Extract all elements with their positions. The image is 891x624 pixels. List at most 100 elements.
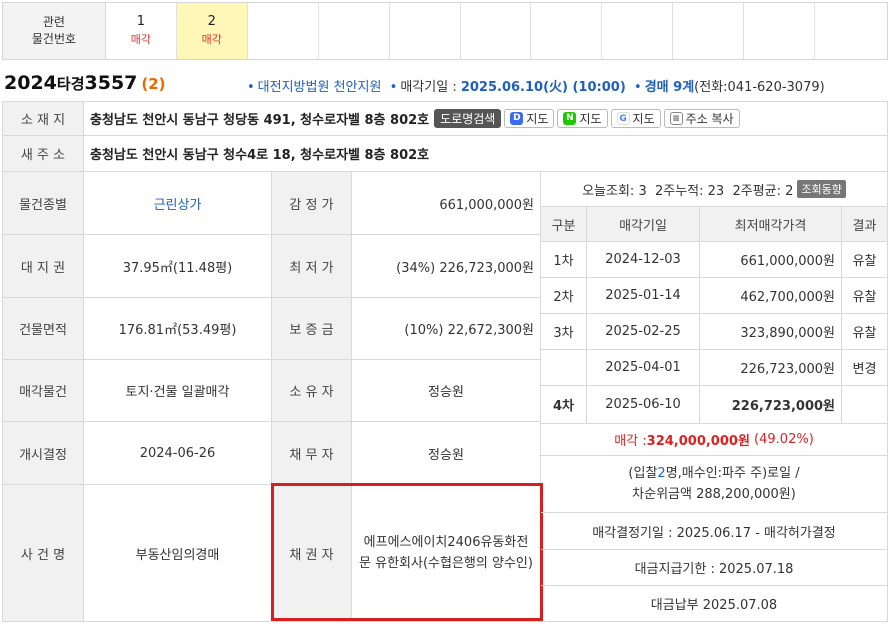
payment-complete: 대금납부 2025.07.08 xyxy=(650,598,778,613)
dept-phone: (전화:041-620-3079) xyxy=(694,80,825,95)
history-date: 2025-02-25 xyxy=(605,324,681,339)
appraisal-value: 661,000,000원 xyxy=(439,197,534,213)
court-name[interactable]: 대전지방법원 천안지원 xyxy=(258,80,382,95)
bid-info-line1: (입찰2명,매수인:파주 주)로일 / xyxy=(628,463,799,484)
case-kind: 타경 xyxy=(56,75,85,93)
history-header-result: 결과 xyxy=(842,207,887,241)
related-item-empty xyxy=(319,3,390,59)
bid-count[interactable]: 2 xyxy=(657,466,665,481)
related-item-2[interactable]: 2 매각 xyxy=(176,3,248,59)
history-date: 2025-01-14 xyxy=(605,288,681,303)
building-area-value: 176.81㎡(53.49평) xyxy=(118,323,237,338)
history-price: 323,890,000원 xyxy=(740,326,835,341)
naver-map-icon: N xyxy=(563,112,577,125)
item-type-value[interactable]: 근린상가 xyxy=(84,172,271,234)
copy-address-button[interactable]: ≡ 주소 복사 xyxy=(663,109,740,128)
history-result: 유찰 xyxy=(852,326,877,341)
case-number: 2024타경3557 (2) xyxy=(4,72,166,94)
related-item-empty xyxy=(390,3,461,59)
case-year: 2024 xyxy=(4,72,57,94)
history-price-current: 226,723,000원 xyxy=(731,399,835,414)
related-item-status: 매각 xyxy=(201,33,222,46)
case-name-label: 사 건 명 xyxy=(3,485,83,621)
bid-info: (입찰2명,매수인:파주 주)로일 / 차순위금액 288,200,000원) xyxy=(541,456,887,512)
bullet-icon: • xyxy=(634,80,642,95)
debtor-value: 정승원 xyxy=(428,447,464,463)
related-item-status: 매각 xyxy=(130,33,151,46)
map-button-1[interactable]: D 지도 xyxy=(504,109,555,128)
road-search-button[interactable]: 도로명검색 xyxy=(434,109,502,128)
deposit-value: (10%) 22,672,300원 xyxy=(404,323,534,338)
history-round: 2차 xyxy=(553,290,574,305)
address-row: 충청남도 천안시 동남구 청당동 491, 청수로자벨 8층 802호 도로명검… xyxy=(84,102,887,135)
history-price: 462,700,000원 xyxy=(740,290,835,305)
bullet-icon: • xyxy=(247,80,255,95)
case-name-value: 부동산임의경매 xyxy=(135,547,220,563)
history-date: 2025-04-01 xyxy=(605,360,681,375)
map-button-2[interactable]: N 지도 xyxy=(557,109,608,128)
related-item-empty xyxy=(744,3,816,59)
google-map-icon: G xyxy=(616,112,630,125)
sale-date: 2025.06.10(火) (10:00) xyxy=(460,80,626,95)
history-result: 변경 xyxy=(852,362,877,377)
daum-map-icon: D xyxy=(510,112,524,125)
bid-info-line2: 차순위금액 288,200,000원) xyxy=(632,487,796,502)
sale-item-value: 토지·건물 일괄매각 xyxy=(125,385,230,400)
auction-dept[interactable]: 경매 9계 xyxy=(645,80,694,95)
history-header-round: 구분 xyxy=(541,207,586,241)
two-week-avg: 2주평균: 2 xyxy=(732,183,794,199)
sale-decision: 매각결정기일 : 2025.06.17 - 매각허가결정 xyxy=(592,525,836,541)
history-price: 661,000,000원 xyxy=(740,254,835,269)
history-date: 2024-12-03 xyxy=(605,252,681,267)
land-right-value: 37.95㎡(11.48평) xyxy=(122,260,233,276)
address-label: 소 재 지 xyxy=(3,102,83,135)
history-header-price: 최저매각가격 xyxy=(700,207,841,241)
divider xyxy=(887,101,888,622)
copy-address-label: 주소 복사 xyxy=(685,112,734,126)
history-round: 1차 xyxy=(553,254,574,269)
building-area-label: 건물면적 xyxy=(3,298,83,359)
related-item-number: 2 xyxy=(207,14,216,29)
related-item-empty xyxy=(815,3,887,59)
case-no: 3557 xyxy=(84,72,138,94)
commencement-label: 개시결정 xyxy=(3,422,83,484)
divider xyxy=(2,621,888,622)
today-views: 오늘조회: 3 xyxy=(582,183,647,199)
payment-deadline: 대금지급기한 : 2025.07.18 xyxy=(634,562,794,577)
deposit-label: 보 증 금 xyxy=(272,298,351,359)
related-header-line2: 물건번호 xyxy=(31,32,77,46)
related-item-empty xyxy=(461,3,532,59)
map-button-label: 지도 xyxy=(632,112,655,126)
copy-icon: ≡ xyxy=(669,112,683,125)
related-item-empty xyxy=(248,3,319,59)
history-round xyxy=(541,350,586,385)
history-result: 유찰 xyxy=(852,254,877,269)
new-address-value: 충청남도 천안시 동남구 청수4로 18, 청수로자벨 8층 802호 xyxy=(90,148,430,163)
related-items-header: 관련 물건번호 xyxy=(3,3,106,59)
related-item-empty xyxy=(602,3,674,59)
commencement-value: 2024-06-26 xyxy=(139,445,216,461)
sale-result-price: 324,000,000원 xyxy=(646,434,750,449)
bid-info-part2: 명,매수인:파주 주)로일 / xyxy=(665,466,800,481)
sale-result-label: 매각 : xyxy=(614,434,647,449)
map-button-3[interactable]: G 지도 xyxy=(610,109,661,128)
view-trend-button[interactable]: 조회동향 xyxy=(797,180,846,198)
two-week-total: 2주누적: 23 xyxy=(654,183,725,199)
related-items-bar: 관련 물건번호 1 매각 2 매각 xyxy=(2,2,888,60)
case-count: (2) xyxy=(141,75,166,93)
highlight-box xyxy=(271,483,543,621)
related-item-empty xyxy=(673,3,745,59)
sale-result-rate: (49.02%) xyxy=(754,432,814,447)
related-item-1[interactable]: 1 매각 xyxy=(106,3,177,59)
history-result: 유찰 xyxy=(852,290,877,305)
history-header-date: 매각기일 xyxy=(587,207,699,241)
map-button-label: 지도 xyxy=(526,112,549,126)
address-value: 충청남도 천안시 동남구 청당동 491, 청수로자벨 8층 802호 xyxy=(90,113,430,128)
land-right-label: 대 지 권 xyxy=(3,235,83,297)
bullet-icon: • xyxy=(389,80,398,95)
item-type-label: 물건종별 xyxy=(3,172,83,234)
owner-value: 정승원 xyxy=(428,385,464,400)
case-info: • 대전지방법원 천안지원 • 매각기일 : 2025.06.10(火) (10:0… xyxy=(247,76,825,95)
map-button-label: 지도 xyxy=(579,112,602,126)
related-item-number: 1 xyxy=(136,14,145,29)
